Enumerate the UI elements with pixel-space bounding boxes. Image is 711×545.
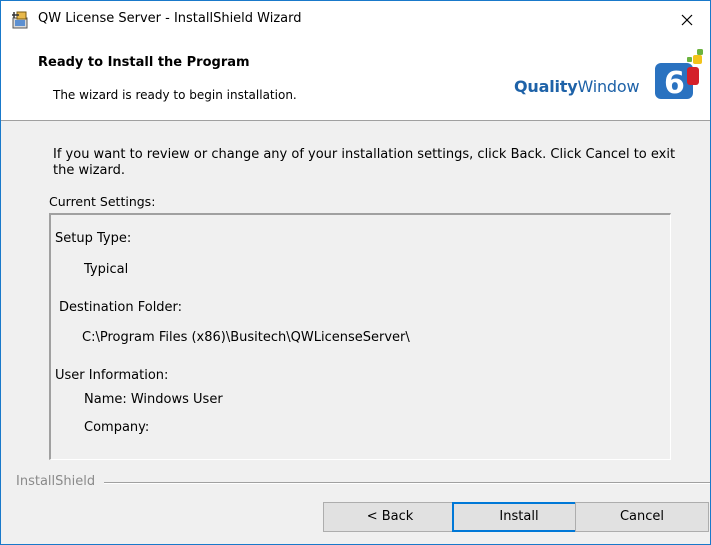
footer-divider [104, 482, 710, 484]
install-button[interactable]: Install [452, 502, 586, 532]
title-bar[interactable]: QW License Server - InstallShield Wizard [1, 1, 710, 39]
user-name-line: Name: Windows User [84, 392, 223, 407]
logo-number: 6 [664, 66, 685, 101]
current-settings-label: Current Settings: [49, 194, 156, 209]
window-title: QW License Server - InstallShield Wizard [38, 11, 302, 26]
page-subtitle: The wizard is ready to begin installatio… [53, 88, 297, 102]
installer-window: QW License Server - InstallShield Wizard… [0, 0, 711, 545]
installer-app-icon [12, 11, 28, 29]
instructions-text: If you want to review or change any of y… [53, 147, 676, 178]
installshield-brand-label: InstallShield [16, 474, 96, 489]
user-information-label: User Information: [55, 368, 169, 383]
destination-folder-value: C:\Program Files (x86)\Busitech\QWLicens… [82, 330, 410, 345]
brand-window-text: Window [577, 77, 640, 96]
back-button[interactable]: < Back [323, 502, 457, 532]
close-button[interactable] [664, 1, 710, 39]
wizard-header: Ready to Install the Program The wizard … [1, 39, 710, 121]
brand-quality-text: Quality [514, 77, 578, 96]
page-title: Ready to Install the Program [38, 55, 250, 70]
close-icon [681, 14, 693, 26]
cancel-button[interactable]: Cancel [575, 502, 709, 532]
brand-wordmark: QualityWindow [514, 77, 640, 96]
settings-summary-box[interactable]: Setup Type: Typical Destination Folder: … [49, 213, 671, 460]
company-line: Company: [84, 420, 150, 435]
destination-folder-label: Destination Folder: [59, 300, 183, 315]
setup-type-label: Setup Type: [55, 231, 132, 246]
setup-type-value: Typical [84, 262, 129, 277]
qualitywindow-logo: 6 [655, 49, 703, 101]
